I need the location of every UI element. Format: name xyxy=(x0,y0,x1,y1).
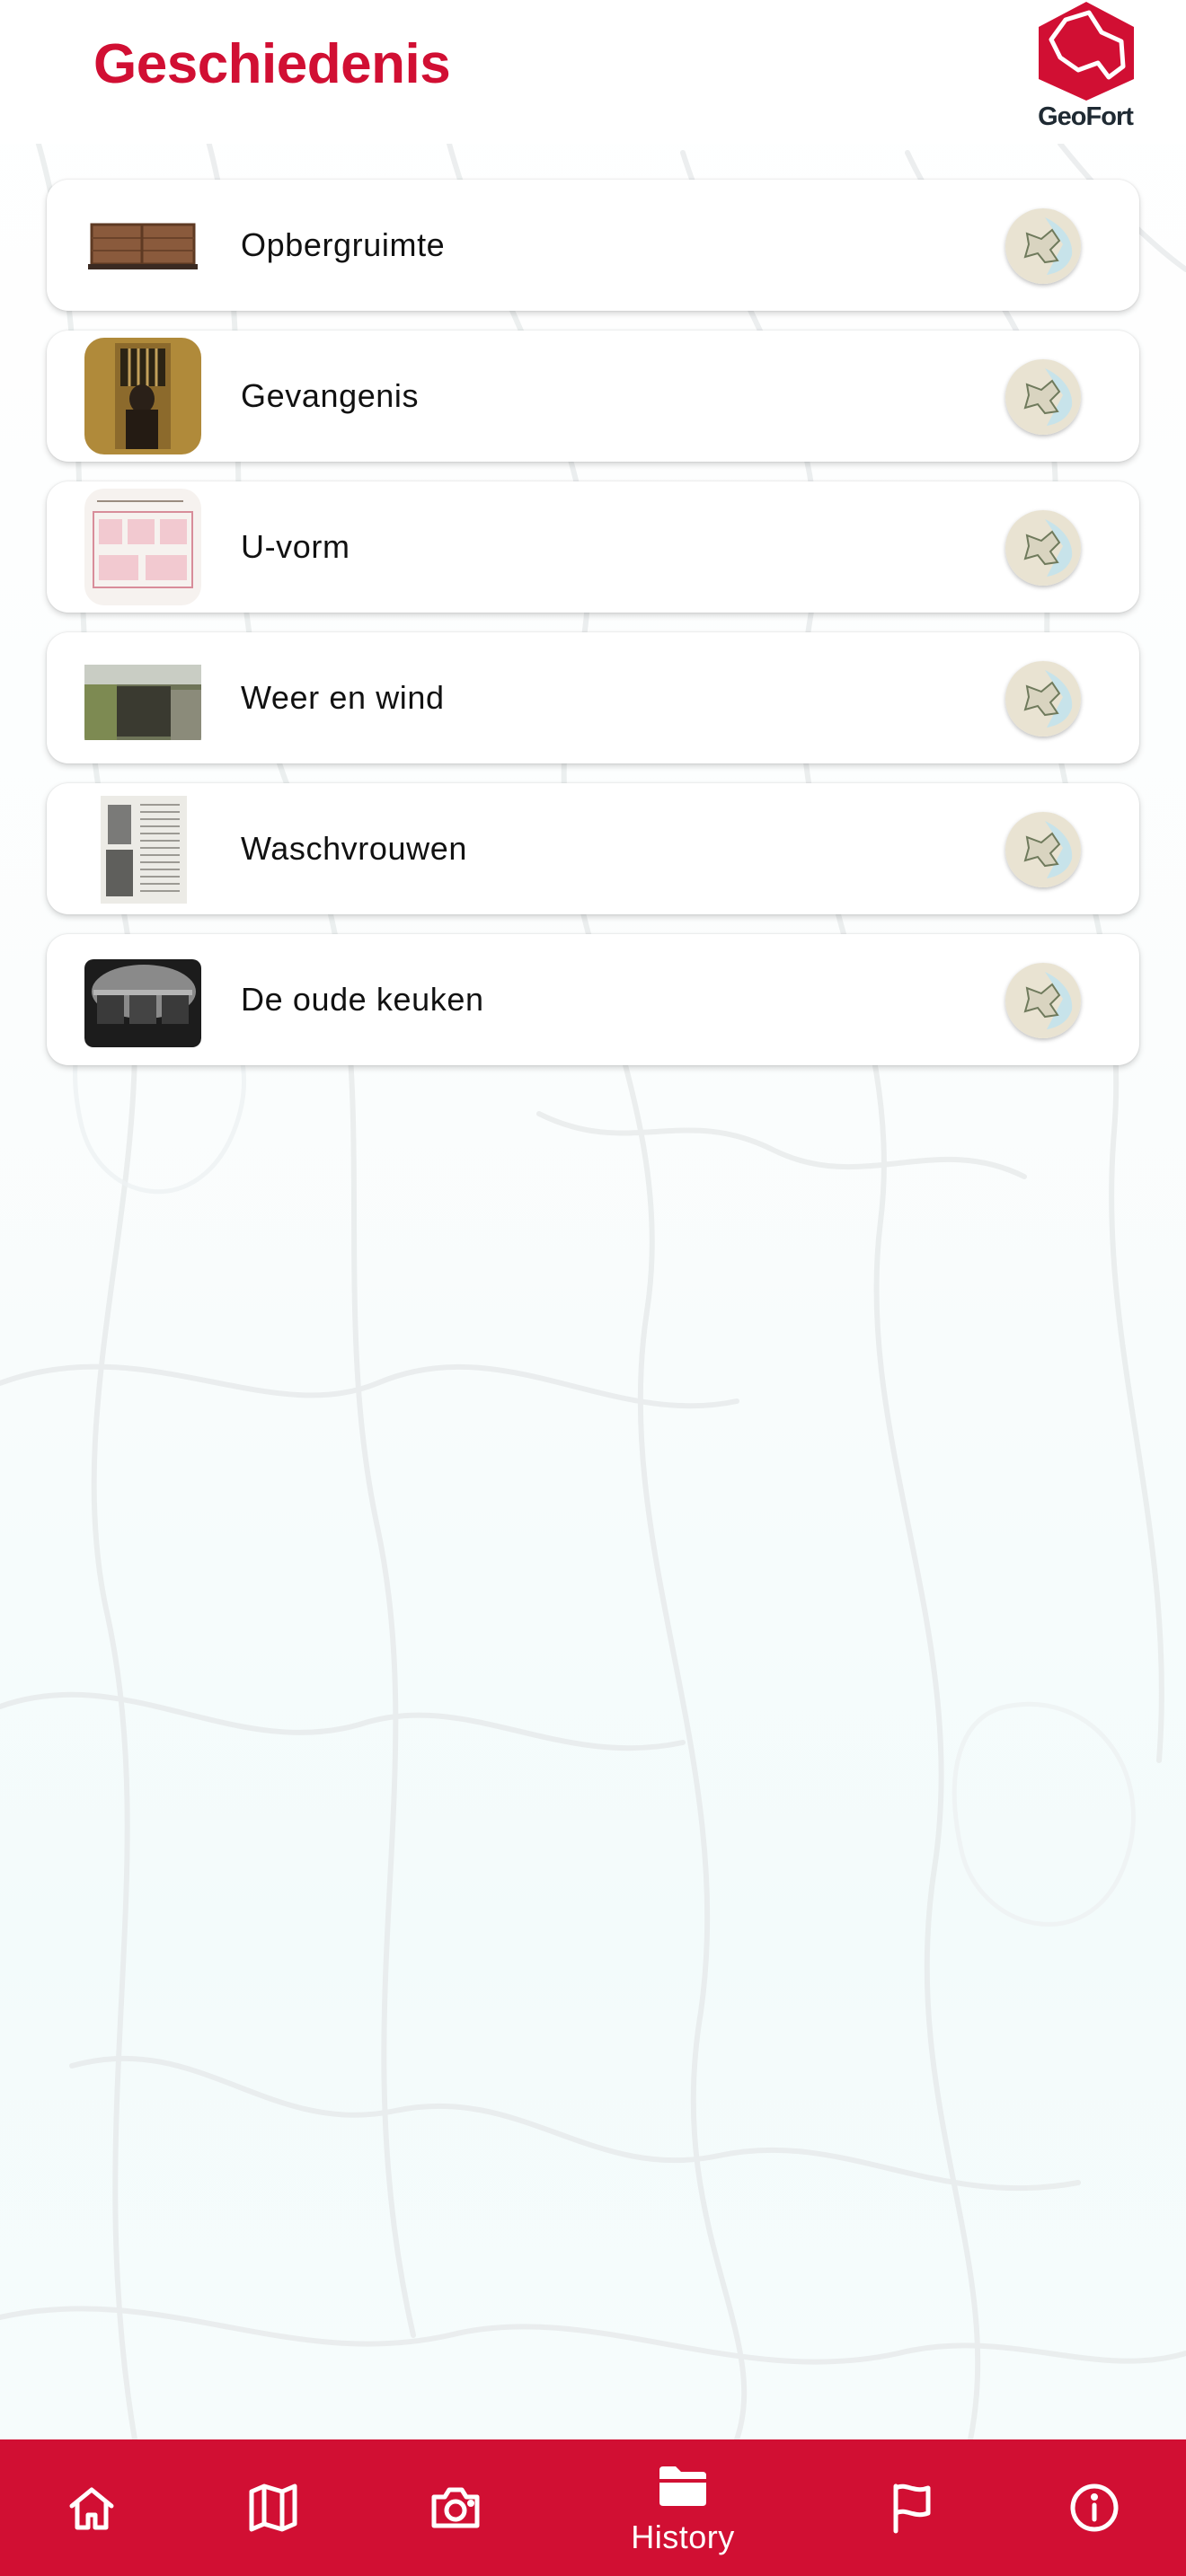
history-card-title: Opbergruimte xyxy=(241,226,446,263)
fort-map-icon xyxy=(1005,963,1081,1038)
history-card-de-oude-keuken[interactable]: De oude keuken xyxy=(47,934,1139,1065)
fort-map-icon xyxy=(1005,661,1081,737)
history-card-title: Weer en wind xyxy=(241,679,445,716)
history-card-title: Waschvrouwen xyxy=(241,830,467,867)
history-card-title: Gevangenis xyxy=(241,377,420,414)
home-icon xyxy=(69,2487,114,2530)
history-card-title: U-vorm xyxy=(241,528,350,565)
history-card-weer-en-wind[interactable]: Weer en wind xyxy=(47,632,1139,763)
app-header: Geschiedenis GeoFort xyxy=(0,0,1186,144)
nav-history[interactable]: History xyxy=(591,2439,774,2576)
history-card-waschvrouwen[interactable]: Waschvrouwen xyxy=(47,783,1139,914)
storage-crate-photo xyxy=(84,187,201,304)
flag-icon xyxy=(893,2483,931,2534)
fort-map-icon xyxy=(1005,208,1081,284)
nav-camera[interactable] xyxy=(364,2439,547,2576)
info-icon xyxy=(1070,2483,1119,2532)
page-title: Geschiedenis xyxy=(93,33,451,95)
app-screen: Geschiedenis GeoFort Opbergruimte Gevang… xyxy=(0,0,1186,2576)
folder-icon xyxy=(659,2466,706,2506)
fort-wall-photo xyxy=(84,640,201,756)
prison-cell-photo xyxy=(84,338,201,454)
geofort-logo-text: GeoFort xyxy=(1038,102,1134,131)
geofort-logo: GeoFort xyxy=(1030,0,1141,135)
history-card-title: De oude keuken xyxy=(241,981,484,1018)
nav-flag[interactable] xyxy=(820,2439,1004,2576)
history-card-u-vorm[interactable]: U-vorm xyxy=(47,481,1139,613)
nav-history-label: History xyxy=(631,2519,735,2555)
old-kitchen-photo xyxy=(84,941,201,1058)
camera-icon xyxy=(431,2487,480,2528)
history-list: Opbergruimte Gevangenis U-vorm Weer en w… xyxy=(47,180,1139,1085)
fort-map-icon xyxy=(1005,510,1081,586)
fort-map-icon xyxy=(1005,359,1081,435)
fort-map-icon xyxy=(1005,812,1081,887)
old-document-page xyxy=(84,790,201,907)
map-icon xyxy=(249,2483,297,2532)
history-card-gevangenis[interactable]: Gevangenis xyxy=(47,331,1139,462)
geofort-logo-icon xyxy=(1039,2,1134,101)
bottom-navigation-bar: History xyxy=(0,2439,1186,2576)
nav-home[interactable] xyxy=(0,2439,183,2576)
history-card-opbergruimte[interactable]: Opbergruimte xyxy=(47,180,1139,311)
nav-info[interactable] xyxy=(1003,2439,1186,2576)
nav-map[interactable] xyxy=(181,2439,365,2576)
floor-plan-drawing xyxy=(84,489,201,605)
